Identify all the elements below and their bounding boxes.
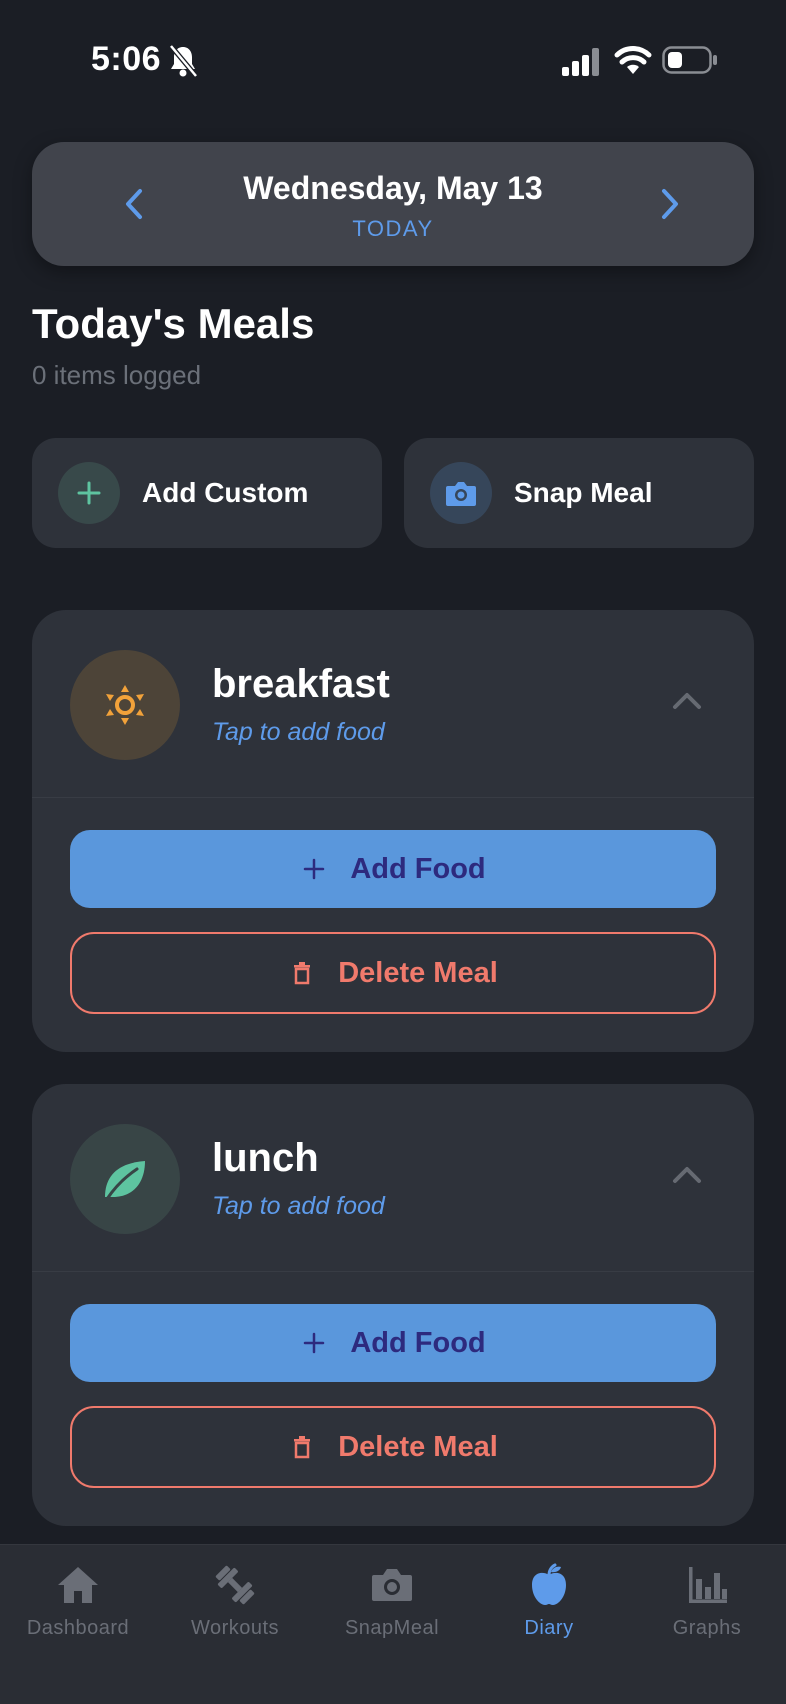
chevron-up-icon[interactable] [670,1158,704,1192]
tab-label: Graphs [672,1617,742,1639]
add-food-label: Add Food [350,852,486,885]
tab-label: Diary [524,1617,574,1639]
sun-icon [70,650,180,760]
plus-icon [300,1329,328,1357]
meal-name: breakfast [212,662,390,706]
apple-icon [532,1563,566,1605]
tab-workouts[interactable]: Workouts [165,1563,305,1653]
page-title: Today's Meals [32,300,315,347]
plus-icon [300,855,328,883]
meal-name: lunch [212,1136,319,1180]
tab-diary[interactable]: Diary [479,1563,619,1653]
tab-label: Workouts [190,1617,280,1639]
home-icon [58,1567,98,1603]
plus-icon [58,462,120,524]
wifi-icon [614,46,652,74]
chevron-right-icon [662,189,678,219]
delete-meal-button[interactable]: Delete Meal [70,932,716,1014]
chevron-up-icon[interactable] [670,684,704,718]
tab-dashboard[interactable]: Dashboard [8,1563,148,1653]
tab-label: SnapMeal [344,1617,440,1639]
tab-label: Dashboard [26,1617,130,1639]
snap-meal-button[interactable]: Snap Meal [404,438,754,548]
dumbbell-icon [215,1565,255,1605]
date-title[interactable]: Wednesday, May 13 [32,170,754,207]
date-navigator: Wednesday, May 13 TODAY [32,142,754,266]
tab-snapmeal[interactable]: SnapMeal [322,1563,462,1653]
camera-icon [372,1569,412,1601]
camera-icon [430,462,492,524]
meal-card-lunch: lunch Tap to add food Add Food Delete Me… [32,1084,754,1526]
diary-screen: 5:06 Wednesday, May 13 TODAY Today's Mea… [0,0,786,1704]
meal-header-lunch[interactable]: lunch Tap to add food [32,1084,754,1272]
snap-meal-label: Snap Meal [514,477,653,508]
add-custom-label: Add Custom [142,477,309,508]
items-logged-count: 0 items logged [32,360,202,390]
leaf-icon [70,1124,180,1234]
meal-hint: Tap to add food [212,718,385,746]
bar-chart-icon [689,1567,727,1603]
trash-icon [288,959,316,987]
meal-hint: Tap to add food [212,1192,385,1220]
bottom-tab-bar: Dashboard Workouts SnapMeal Diary Graphs [0,1544,786,1704]
battery-icon [662,46,717,74]
tab-graphs[interactable]: Graphs [637,1563,777,1653]
add-custom-button[interactable]: Add Custom [32,438,382,548]
trash-icon [288,1433,316,1461]
delete-meal-label: Delete Meal [338,1430,498,1463]
date-subtitle: TODAY [352,216,434,241]
status-time: 5:06 [91,40,162,78]
meal-card-breakfast: breakfast Tap to add food Add Food Delet… [32,610,754,1052]
cell-signal-icon [562,48,599,76]
add-food-label: Add Food [350,1326,486,1359]
delete-meal-label: Delete Meal [338,956,498,989]
bell-off-icon [169,44,198,78]
status-bar: 5:06 [0,0,786,120]
add-food-button[interactable]: Add Food [70,1304,716,1382]
add-food-button[interactable]: Add Food [70,830,716,908]
meal-header-breakfast[interactable]: breakfast Tap to add food [32,610,754,798]
next-day-button[interactable] [648,182,692,226]
delete-meal-button[interactable]: Delete Meal [70,1406,716,1488]
